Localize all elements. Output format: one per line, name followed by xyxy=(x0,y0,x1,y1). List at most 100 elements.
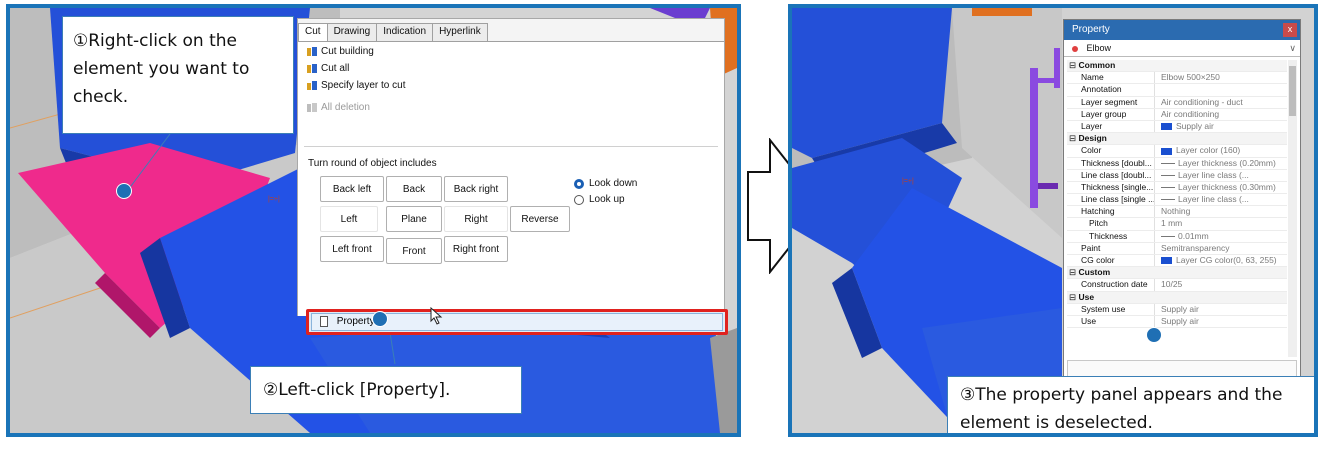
property-value: Layer thickness (0.20mm) xyxy=(1155,158,1287,169)
property-panel-title: Property xyxy=(1072,24,1110,35)
property-value: Semitransparency xyxy=(1155,243,1287,254)
property-panel: Property x Elbow ∨ ⊟ Common Name Elbow 500… xyxy=(1063,19,1301,433)
tab-indication[interactable]: Indication xyxy=(376,23,434,41)
property-value: Nothing xyxy=(1155,206,1287,217)
property-category[interactable]: ⊟ Use xyxy=(1067,291,1287,304)
close-icon[interactable]: x xyxy=(1283,23,1297,37)
menu-item-label: Specify layer to cut xyxy=(321,80,406,91)
property-value-text: Air conditioning xyxy=(1161,108,1220,119)
view-right-button[interactable]: Right xyxy=(444,206,508,232)
menu-divider xyxy=(304,146,718,147)
property-row[interactable]: Thickness [doubl... Layer thickness (0.20… xyxy=(1067,157,1287,170)
property-key-text: Thickness [single... xyxy=(1081,181,1154,192)
tab-drawing[interactable]: Drawing xyxy=(326,23,378,41)
turn-round-label: Turn round of object includes xyxy=(308,158,437,169)
property-value-text: Semitransparency xyxy=(1161,242,1230,253)
tab-cut[interactable]: Cut xyxy=(298,23,328,42)
property-key: Use xyxy=(1067,315,1155,328)
property-row[interactable]: Construction date 10/25 xyxy=(1067,279,1287,292)
property-row[interactable]: Hatching Nothing xyxy=(1067,206,1287,219)
svg-text:|=+|: |=+| xyxy=(268,196,280,203)
property-row[interactable]: Name Elbow 500×250 xyxy=(1067,72,1287,85)
property-row[interactable]: Pitch 1 mm xyxy=(1067,218,1287,231)
object-selector-dropdown[interactable]: Elbow ∨ xyxy=(1064,40,1300,57)
property-key-text: Annotation xyxy=(1081,84,1122,95)
property-key-text: Design xyxy=(1078,133,1107,144)
property-value-text: 1 mm xyxy=(1161,218,1183,229)
radio-look-down[interactable]: Look down xyxy=(574,178,637,189)
property-row[interactable]: CG color Layer CG color(0, 63, 255) xyxy=(1067,255,1287,268)
property-row[interactable]: Color Layer color (160) xyxy=(1067,145,1287,158)
property-row[interactable]: Layer Supply air xyxy=(1067,120,1287,134)
property-key-text: Use xyxy=(1078,291,1095,302)
tab-hyperlink[interactable]: Hyperlink xyxy=(432,23,488,41)
property-value-text: Supply air xyxy=(1161,303,1199,314)
property-row[interactable]: Thickness [single... Layer thickness (0.3… xyxy=(1067,181,1287,195)
color-swatch-icon xyxy=(1161,257,1172,265)
property-key-text: Construction date xyxy=(1081,279,1148,290)
property-row[interactable]: Line class [doubl... Layer line class (..… xyxy=(1067,169,1287,182)
object-type-icon xyxy=(1072,45,1078,52)
property-value-text: Layer thickness (0.20mm) xyxy=(1178,157,1276,168)
property-key-text: Paint xyxy=(1081,242,1101,253)
menu-item-cut-building[interactable]: Cut building xyxy=(306,46,374,57)
view-back-button[interactable]: Back xyxy=(386,176,442,202)
property-value-text: Elbow 500×250 xyxy=(1161,72,1220,83)
property-row[interactable]: Paint Semitransparency xyxy=(1067,242,1287,255)
property-value-text: Layer line class (... xyxy=(1178,194,1249,205)
line-sample-icon xyxy=(1161,235,1175,237)
context-menu-tabs: Cut Drawing Indication Hyperlink xyxy=(298,23,488,42)
view-right-front-button[interactable]: Right front xyxy=(444,236,508,262)
property-value: Layer line class (... xyxy=(1155,194,1287,205)
step3-callout: ③The property panel appears and the elem… xyxy=(947,376,1314,433)
view-left-button[interactable]: Left xyxy=(320,206,378,232)
color-swatch-icon xyxy=(1161,147,1172,155)
menu-item-cut-all[interactable]: Cut all xyxy=(306,63,349,74)
property-category[interactable]: ⊟ Custom xyxy=(1067,267,1287,280)
step1-marker xyxy=(116,183,132,199)
property-key: Annotation xyxy=(1067,84,1155,96)
property-category[interactable]: ⊟ Design xyxy=(1067,133,1287,146)
context-menu: Cut Drawing Indication Hyperlink Cut bui… xyxy=(297,18,725,316)
view-reverse-button[interactable]: Reverse xyxy=(510,206,570,232)
property-category[interactable]: ⊟ Common xyxy=(1067,60,1287,73)
property-value: Layer CG color(0, 63, 255) xyxy=(1155,255,1287,266)
property-value-text: Supply air xyxy=(1161,315,1199,326)
view-back-right-button[interactable]: Back right xyxy=(444,176,508,202)
left-screenshot-frame: |=+| ①Right-click on the element you wan… xyxy=(6,4,741,437)
property-key-text: Thickness xyxy=(1089,230,1128,241)
menu-item-specify-layer[interactable]: Specify layer to cut xyxy=(306,80,405,91)
step1-callout: ①Right-click on the element you want to … xyxy=(62,16,294,134)
property-row[interactable]: Line class [single ... Layer line class (… xyxy=(1067,194,1287,207)
view-back-left-button[interactable]: Back left xyxy=(320,176,384,202)
radio-label: Look up xyxy=(589,194,625,205)
radio-look-up[interactable]: Look up xyxy=(574,194,625,205)
property-row[interactable]: Layer segment Air conditioning - duct xyxy=(1067,96,1287,109)
property-key-text: Line class [single ... xyxy=(1081,194,1155,205)
view-plane-button[interactable]: Plane xyxy=(386,206,442,232)
property-row[interactable]: Layer group Air conditioning xyxy=(1067,108,1287,121)
menu-item-label: Cut building xyxy=(321,46,374,57)
selected-object-name: Elbow xyxy=(1086,43,1112,53)
property-value: Supply air xyxy=(1155,316,1287,327)
line-sample-icon xyxy=(1161,162,1175,164)
property-key: Line class [doubl... xyxy=(1067,169,1155,181)
scrollbar-thumb[interactable] xyxy=(1289,66,1296,116)
property-key: System use xyxy=(1067,303,1155,315)
step2-callout: ②Left-click [Property]. xyxy=(250,366,522,414)
step3-marker xyxy=(1146,327,1162,343)
property-key-text: Pitch xyxy=(1089,218,1108,229)
property-row[interactable]: System use Supply air xyxy=(1067,303,1287,316)
property-grid-scrollbar[interactable] xyxy=(1288,60,1297,357)
view-front-button[interactable]: Front xyxy=(386,238,442,264)
property-row[interactable]: Annotation xyxy=(1067,84,1287,97)
property-key: Pitch xyxy=(1067,218,1155,230)
property-value-text: Layer line class (... xyxy=(1178,169,1249,180)
view-left-front-button[interactable]: Left front xyxy=(320,236,384,262)
mouse-cursor-icon xyxy=(430,307,443,325)
menu-item-label: Cut all xyxy=(321,63,350,74)
property-row[interactable]: Use Supply air xyxy=(1067,315,1287,329)
property-menu-item[interactable]: Property xyxy=(306,309,728,335)
property-row[interactable]: Thickness 0.01mm xyxy=(1067,230,1287,243)
property-value-text: Air conditioning - duct xyxy=(1161,96,1243,107)
